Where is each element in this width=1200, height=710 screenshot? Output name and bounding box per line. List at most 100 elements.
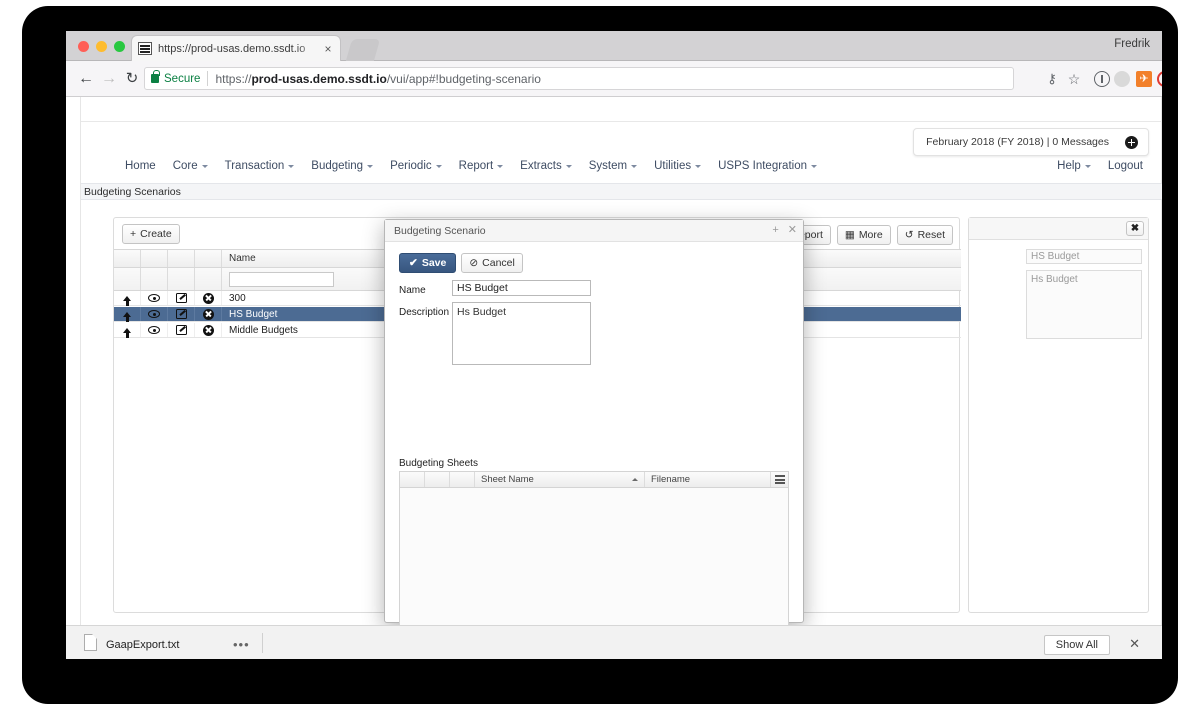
show-all-downloads-button[interactable]: Show All [1043,635,1110,655]
cancel-button[interactable]: ⊘ Cancel [461,253,523,273]
sort-ascending-icon [632,478,638,481]
window-minimize-button[interactable] [96,41,107,52]
dialog-name-input[interactable] [452,280,591,296]
moon-extension-icon[interactable] [1114,71,1130,87]
nav-item-budgeting[interactable]: Budgeting [311,160,374,172]
nav-item-label: Periodic [390,160,432,172]
forward-icon[interactable]: → [100,70,118,88]
omnibox-divider [207,71,209,86]
dialog-maximize-icon[interactable]: + [772,225,778,236]
url-scheme: https:// [215,71,252,86]
download-more-icon[interactable]: ••• [233,637,250,652]
chevron-down-icon [367,164,374,168]
download-bar: GaapExport.txt ••• Show All ✕ [66,625,1162,659]
url-path: /vui/app#!budgeting-scenario [386,71,541,86]
app-page: February 2018 (FY 2018) | 0 Messages Hom… [80,97,1162,625]
edit-icon[interactable] [168,307,195,321]
download-divider [262,633,263,653]
move-up-icon[interactable] [114,323,141,338]
delete-icon[interactable] [195,291,222,305]
nav-item-system[interactable]: System [589,160,638,172]
save-button[interactable]: ✔ Save [399,253,457,273]
check-icon: ✔ [409,257,418,269]
nav-item-periodic[interactable]: Periodic [390,160,442,172]
add-message-icon[interactable] [1125,135,1138,149]
delete-icon[interactable] [195,307,222,321]
download-filename[interactable]: GaapExport.txt [106,639,179,651]
refresh-icon: ↺ [904,229,914,241]
sheets-column-filename[interactable]: Filename [645,472,771,487]
move-up-icon[interactable] [114,307,141,322]
filter-cell-view [141,268,168,290]
address-bar[interactable]: Secure https://prod-usas.demo.ssdt.io/vu… [144,67,1014,90]
sheets-header-cell-1 [400,472,425,487]
more-label: More [858,229,883,241]
move-up-icon-glyph [123,311,131,322]
bookmark-star-icon[interactable]: ☆ [1066,71,1082,87]
nav-item-transaction[interactable]: Transaction [225,160,295,172]
dialog-toolbar: ✔ Save ⊘ Cancel [399,253,523,273]
dialog-name-label: Name [399,285,426,296]
sheets-column-sheet-name[interactable]: Sheet Name [475,472,645,487]
create-scenario-button[interactable]: + Create [122,223,180,244]
header-cell-move [114,250,141,267]
orange-extension-icon[interactable]: ✈ [1136,71,1152,87]
budgeting-scenario-dialog: Budgeting Scenario + ✕ ✔ Save ⊘ Cancel N… [384,219,804,625]
nav-item-core[interactable]: Core [173,160,208,172]
window-close-button[interactable] [78,41,89,52]
browser-tab[interactable]: https://prod-usas.demo.ssdt.io × [131,35,341,61]
detail-description-input[interactable] [1026,270,1142,339]
new-tab-button[interactable] [345,39,381,61]
filter-cell-move [114,268,141,290]
detail-name-input[interactable] [1026,249,1142,264]
info-circle-icon[interactable] [1094,71,1110,87]
nav-item-usps-integration[interactable]: USPS Integration [718,160,817,172]
download-bar-close-icon[interactable]: ✕ [1129,637,1140,650]
chevron-down-icon [695,164,702,168]
view-icon[interactable] [141,291,168,305]
dialog-header[interactable]: Budgeting Scenario + ✕ [385,220,803,242]
more-button[interactable]: ▦ More [836,225,891,245]
dialog-description-input[interactable] [452,302,591,365]
move-up-icon[interactable] [114,291,141,306]
period-status-text: February 2018 (FY 2018) | 0 Messages [926,136,1109,148]
dialog-close-icon[interactable]: ✕ [788,225,797,236]
nav-item-report[interactable]: Report [459,160,504,172]
nav-item-label: Budgeting [311,160,364,172]
budgeting-sheets-grid: Sheet Name Filename [399,471,789,625]
tab-close-icon[interactable]: × [322,43,334,55]
delete-icon[interactable] [195,323,222,337]
nav-item-label: Report [458,160,494,172]
save-label: Save [421,257,447,269]
navigation-right: Help Logout [1040,153,1143,179]
edit-icon[interactable] [168,291,195,305]
nav-item-home[interactable]: Home [125,160,156,172]
reload-icon[interactable]: ↻ [123,70,141,88]
nav-item-label: Logout [1107,160,1143,172]
view-icon-glyph [148,310,160,318]
name-filter-input[interactable] [229,271,334,287]
chevron-down-icon [201,164,208,168]
window-maximize-button[interactable] [114,41,125,52]
browser-profile-name[interactable]: Fredrik [1114,38,1150,50]
edit-icon-glyph [175,325,187,335]
chevron-down-icon [1084,164,1091,168]
sheets-column-menu-button[interactable] [771,472,788,487]
detail-panel-close-button[interactable]: ✖ [1126,221,1144,236]
back-icon[interactable]: ← [77,70,95,88]
view-icon[interactable] [141,307,168,321]
delete-icon-glyph [202,324,214,336]
nav-item-extracts[interactable]: Extracts [520,160,572,172]
delete-icon-glyph [202,292,214,304]
nav-item-utilities[interactable]: Utilities [654,160,702,172]
edit-icon[interactable] [168,323,195,337]
view-icon[interactable] [141,323,168,337]
red-circle-extension-icon[interactable] [1157,71,1162,87]
reset-button[interactable]: ↺ Reset [896,225,953,245]
browser-tab-title: https://prod-usas.demo.ssdt.io [158,42,306,55]
nav-item-logout[interactable]: Logout [1108,160,1143,172]
nav-item-help[interactable]: Help [1057,160,1091,172]
move-up-icon-glyph [123,327,131,338]
secure-label: Secure [164,72,201,85]
password-key-icon[interactable]: ⚷ [1044,71,1060,87]
